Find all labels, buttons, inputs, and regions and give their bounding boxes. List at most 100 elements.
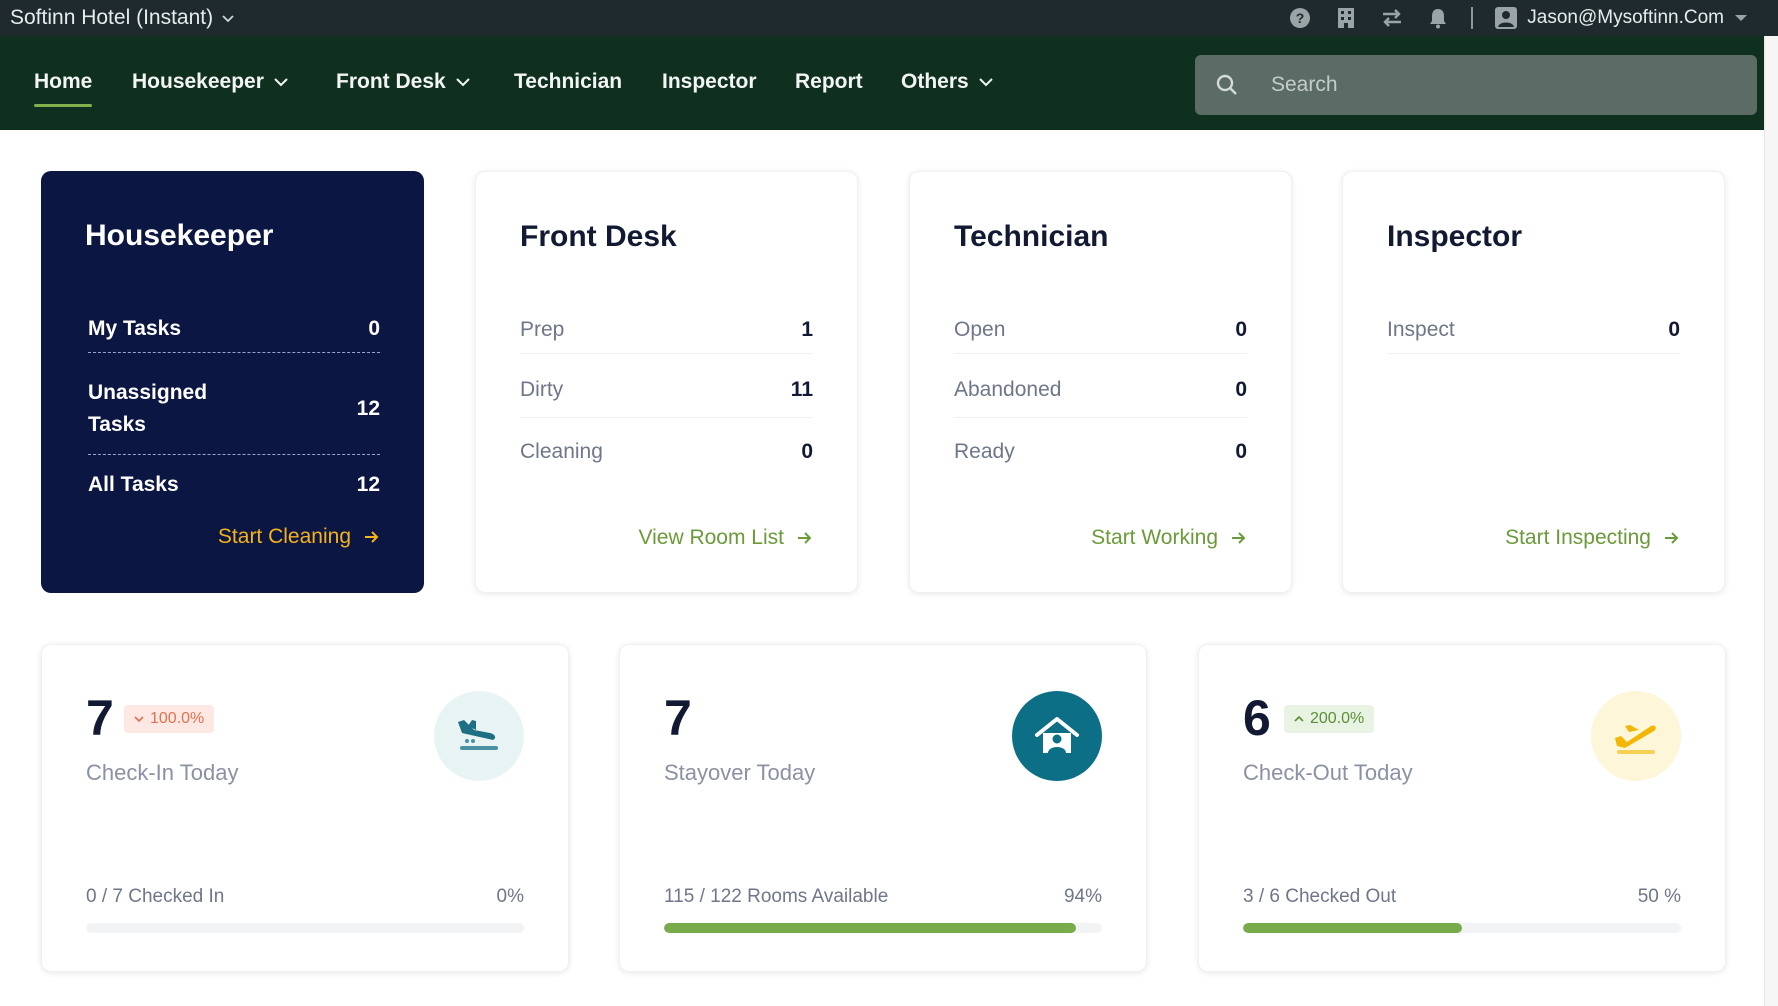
card-title: Front Desk bbox=[520, 220, 677, 253]
caret-down-icon bbox=[1735, 15, 1747, 21]
chevron-down-icon bbox=[978, 78, 993, 87]
unassigned-tasks-row[interactable]: Unassigned Tasks 12 bbox=[88, 363, 380, 455]
chevron-down-icon bbox=[222, 15, 234, 23]
stat-label: Check-Out Today bbox=[1243, 760, 1413, 785]
nav-inspector[interactable]: Inspector bbox=[662, 70, 757, 94]
inspect-row[interactable]: Inspect 0 bbox=[1387, 306, 1680, 354]
divider bbox=[1471, 7, 1474, 29]
checkout-progress-bar bbox=[1243, 923, 1681, 933]
open-row[interactable]: Open 0 bbox=[954, 306, 1247, 354]
abandoned-row[interactable]: Abandoned 0 bbox=[954, 362, 1247, 418]
row-label: All Tasks bbox=[88, 473, 179, 496]
card-title: Technician bbox=[954, 220, 1109, 253]
inspector-card: Inspector Inspect 0 Start Inspecting bbox=[1342, 171, 1725, 593]
row-label: Abandoned bbox=[954, 377, 1062, 401]
footer-text: 3 / 6 Checked Out bbox=[1243, 886, 1397, 907]
arrow-right-icon bbox=[798, 532, 812, 544]
nav-front-desk[interactable]: Front Desk bbox=[336, 70, 471, 94]
row-label: Open bbox=[954, 317, 1006, 341]
checkout-card: 6 200.0% Check-Out Today 3 / 6 Checked O… bbox=[1198, 644, 1726, 972]
change-badge: 100.0% bbox=[124, 705, 215, 733]
row-label: Unassigned Tasks bbox=[88, 377, 207, 441]
footer-text: 0 / 7 Checked In bbox=[86, 886, 225, 907]
arrow-right-icon bbox=[1232, 532, 1246, 544]
footer-percent: 0% bbox=[496, 886, 524, 907]
ready-row[interactable]: Ready 0 bbox=[954, 424, 1247, 480]
link-label: Start Cleaning bbox=[217, 525, 351, 548]
stayover-card: 7 Stayover Today 115 / 122 Rooms Availab… bbox=[619, 644, 1147, 972]
chevron-down-icon bbox=[134, 716, 144, 723]
user-menu[interactable]: Jason@Mysoftinn.Com bbox=[1495, 7, 1748, 29]
prep-row[interactable]: Prep 1 bbox=[520, 306, 813, 354]
link-label: Start Working bbox=[1091, 526, 1218, 549]
chevron-down-icon bbox=[274, 78, 288, 87]
all-tasks-row[interactable]: All Tasks 12 bbox=[88, 461, 380, 509]
start-cleaning-link[interactable]: Start Cleaning bbox=[218, 525, 379, 549]
nav-label: Others bbox=[901, 70, 969, 93]
search-box bbox=[1195, 55, 1757, 115]
footer-text: 115 / 122 Rooms Available bbox=[664, 886, 889, 907]
view-room-list-link[interactable]: View Room List bbox=[638, 526, 812, 550]
link-label: View Room List bbox=[638, 526, 784, 549]
dirty-row[interactable]: Dirty 11 bbox=[520, 362, 813, 418]
search-input[interactable] bbox=[1271, 69, 1741, 101]
start-inspecting-link[interactable]: Start Inspecting bbox=[1505, 526, 1679, 550]
nav-label: Home bbox=[34, 70, 93, 93]
nav-housekeeper[interactable]: Housekeeper bbox=[132, 70, 289, 94]
stat-footer: 0 / 7 Checked In 0% bbox=[86, 886, 524, 908]
card-title: Inspector bbox=[1387, 220, 1523, 253]
svg-text:?: ? bbox=[1296, 10, 1305, 26]
search-icon bbox=[1216, 74, 1237, 95]
hotel-name: Softinn Hotel (Instant) bbox=[10, 6, 214, 29]
chevron-down-icon bbox=[455, 78, 470, 87]
row-label: Prep bbox=[520, 317, 565, 341]
start-working-link[interactable]: Start Working bbox=[1091, 526, 1246, 550]
change-badge: 200.0% bbox=[1284, 705, 1375, 733]
nav-others[interactable]: Others bbox=[901, 70, 994, 94]
stat-label: Check-In Today bbox=[86, 760, 239, 785]
row-value: 0 bbox=[801, 440, 813, 463]
nav-label: Report bbox=[795, 70, 863, 93]
stayover-count: 7 bbox=[664, 690, 692, 746]
nav-report[interactable]: Report bbox=[795, 70, 863, 94]
footer-percent: 94% bbox=[1063, 886, 1102, 907]
system-topbar: Softinn Hotel (Instant) ? Jason@Mysoftin… bbox=[0, 0, 1778, 36]
row-label: Dirty bbox=[520, 377, 564, 401]
row-value: 0 bbox=[1235, 317, 1247, 341]
active-indicator bbox=[34, 104, 93, 107]
nav-technician[interactable]: Technician bbox=[514, 70, 622, 94]
row-label-line1: Unassigned bbox=[88, 380, 208, 404]
row-label: Ready bbox=[954, 440, 1015, 463]
plane-landing-icon bbox=[434, 691, 524, 781]
hotel-selector[interactable]: Softinn Hotel (Instant) bbox=[10, 6, 235, 30]
footer-percent: 50 % bbox=[1637, 886, 1681, 907]
badge-value: 100.0% bbox=[150, 710, 205, 727]
row-value: 0 bbox=[1235, 440, 1247, 463]
checkin-count: 7 bbox=[86, 690, 114, 746]
row-value: 12 bbox=[356, 396, 380, 420]
checkin-progress-bar bbox=[86, 923, 524, 933]
stat-label: Stayover Today bbox=[664, 760, 816, 785]
nav-label: Front Desk bbox=[336, 70, 446, 93]
help-icon[interactable]: ? bbox=[1277, 0, 1323, 36]
row-value: 0 bbox=[368, 316, 380, 340]
row-label: My Tasks bbox=[88, 316, 181, 340]
stat-footer: 115 / 122 Rooms Available 94% bbox=[664, 886, 1102, 908]
chevron-up-icon bbox=[1294, 715, 1304, 722]
housekeeper-card: Housekeeper My Tasks 0 Unassigned Tasks … bbox=[41, 171, 424, 593]
switch-icon[interactable] bbox=[1369, 0, 1415, 36]
row-label-line2: Tasks bbox=[88, 412, 146, 436]
arrow-right-icon bbox=[1665, 532, 1679, 544]
user-email: Jason@Mysoftinn.Com bbox=[1527, 7, 1724, 28]
cleaning-row[interactable]: Cleaning 0 bbox=[520, 424, 813, 480]
page-scrollbar[interactable] bbox=[1764, 36, 1778, 1006]
my-tasks-row[interactable]: My Tasks 0 bbox=[88, 305, 380, 353]
nav-home[interactable]: Home bbox=[34, 70, 93, 107]
building-icon[interactable] bbox=[1323, 0, 1369, 36]
row-value: 0 bbox=[1668, 317, 1680, 341]
nav-label: Technician bbox=[514, 70, 623, 93]
bell-icon[interactable] bbox=[1415, 0, 1461, 36]
main-navbar: Home Housekeeper Front Desk Technician I… bbox=[0, 36, 1778, 130]
user-avatar-icon bbox=[1495, 7, 1518, 29]
row-value: 11 bbox=[790, 377, 813, 401]
